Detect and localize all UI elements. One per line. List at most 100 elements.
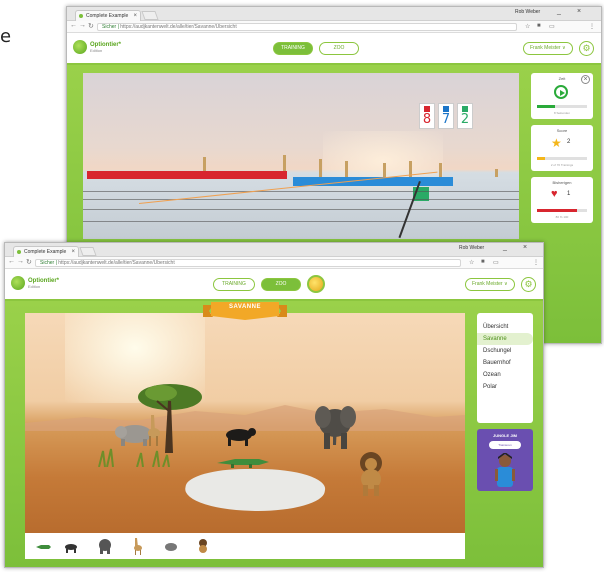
heart-icon: ♥ [551, 188, 558, 200]
logo-mark-icon [11, 276, 25, 290]
settings-gear-icon[interactable]: ⚙ [579, 41, 594, 56]
new-tab-button[interactable] [141, 11, 159, 20]
logo[interactable]: Optiontier* Edition [11, 276, 59, 290]
user-menu-button[interactable]: Frank Meister ∨ [465, 278, 515, 291]
stat-title: Score [556, 128, 568, 133]
digit-value: 7 [441, 112, 451, 127]
stat-card-score: Score ★ 2 2 of 70 Trainings [531, 125, 593, 171]
digit-card: 7 [438, 103, 454, 129]
minimize-button[interactable]: _ [557, 8, 561, 15]
reload-icon[interactable]: ↻ [88, 22, 94, 30]
logo[interactable]: Optiontier* Edition [73, 40, 121, 54]
tab-training[interactable]: TRAINING [273, 42, 313, 55]
menu-item-savanne[interactable]: Savanne [477, 333, 533, 345]
character-avatar-icon [495, 453, 515, 487]
red-bar-track [87, 171, 287, 179]
crocodile-icon[interactable] [35, 537, 51, 555]
stat-subtext: 80 % 100 [555, 215, 569, 219]
giraffe-icon[interactable] [129, 537, 145, 555]
browser-user: Rob Weber [459, 245, 485, 251]
promo-card[interactable]: JUNGLE JIM Trainieren [477, 429, 533, 491]
tab-bar: Complete Example × Rob Weber _ × [5, 243, 543, 257]
tab-zoo[interactable]: ZOO [261, 278, 301, 291]
tab-close-icon[interactable]: × [133, 11, 137, 21]
screenshot: e Complete Example × Rob Weber _ × ← → ↻… [0, 0, 604, 572]
crocodile-figure [217, 459, 269, 468]
menu-dots-icon[interactable]: ⋮ [589, 23, 595, 30]
user-menu-button[interactable]: Frank Meister ∨ [523, 42, 573, 55]
browser-tab[interactable]: Complete Example × [75, 10, 141, 21]
browser-tab[interactable]: Complete Example × [13, 246, 79, 257]
stat-subtext: 8 Sekunden [553, 111, 570, 115]
coin-icon[interactable] [307, 275, 325, 293]
minimize-button[interactable]: _ [503, 244, 507, 251]
tab-close-icon[interactable]: × [71, 247, 75, 257]
promo-title: JUNGLE JIM [492, 433, 517, 438]
bookmark-star-icon[interactable]: ☆ [525, 23, 530, 30]
cast-icon[interactable]: ▭ [493, 259, 499, 266]
menu-item-overview[interactable]: Übersicht [477, 321, 533, 333]
play-icon[interactable] [554, 85, 568, 99]
browser-window-zoo: Complete Example × Rob Weber _ × ← → ↻ S… [4, 242, 544, 568]
digit-value: 8 [422, 112, 432, 127]
menu-item-bauernhof[interactable]: Bauernhof [477, 357, 533, 369]
elephant-figure [315, 406, 356, 449]
stat-card-lives: Bisherigen ♥ 1 80 % 100 [531, 177, 593, 223]
url-text: https://audjkantenwelt.de/alle/tier/Sava… [58, 260, 175, 266]
close-circle-icon[interactable]: × [581, 75, 590, 84]
close-window-button[interactable]: × [577, 8, 581, 15]
elephant-icon[interactable] [97, 537, 113, 555]
star-icon: ★ [551, 136, 562, 150]
new-tab-button[interactable] [79, 247, 97, 256]
logo-text: Optiontier* [90, 41, 121, 48]
menu-item-polar[interactable]: Polar [477, 381, 533, 393]
app-body: SAVANNE Übersicht Savanne Dschungel Baue… [5, 301, 543, 567]
rhino-icon[interactable] [163, 537, 179, 555]
app-header: Optiontier* Edition TRAINING ZOO Frank M… [5, 269, 543, 301]
extension-icon[interactable]: ■ [537, 23, 541, 29]
settings-gear-icon[interactable]: ⚙ [521, 277, 536, 292]
cropped-text: e [0, 26, 12, 47]
stat-value: 1 [567, 191, 571, 197]
stat-value: 2 [567, 139, 571, 145]
logo-text: Optiontier* [28, 277, 59, 284]
tab-training[interactable]: TRAINING [213, 278, 255, 291]
training-3d-scene[interactable]: 8 7 2 [83, 73, 519, 239]
menu-item-ozean[interactable]: Ozean [477, 369, 533, 381]
back-icon[interactable]: ← [8, 258, 15, 265]
stat-card-time: Zeit × 8 Sekunden [531, 73, 593, 119]
lion-icon[interactable] [195, 537, 211, 555]
url-field[interactable]: Sicher | https://audjkantenwelt.de/alle/… [35, 259, 461, 267]
reload-icon[interactable]: ↻ [26, 258, 32, 266]
number-display: 8 7 2 [419, 103, 473, 129]
region-menu: Übersicht Savanne Dschungel Bauernhof Oz… [477, 313, 533, 423]
address-bar-row: ← → ↻ Sicher | https://audjkantenwelt.de… [67, 21, 601, 33]
digit-card: 2 [457, 103, 473, 129]
menu-dots-icon[interactable]: ⋮ [533, 259, 539, 266]
tab-zoo[interactable]: ZOO [319, 42, 359, 55]
tab-title: Complete Example [86, 13, 129, 19]
address-bar-row: ← → ↻ Sicher | https://audjkantenwelt.de… [5, 257, 543, 269]
buffalo-icon[interactable] [63, 537, 79, 555]
promo-button[interactable]: Trainieren [489, 441, 521, 449]
savanna-3d-scene[interactable] [25, 313, 465, 533]
url-text: https://audjkantenwelt.de/alle/tier/Sava… [120, 24, 237, 30]
back-icon[interactable]: ← [70, 22, 77, 29]
section-banner: SAVANNE [203, 301, 287, 320]
banner-title: SAVANNE [229, 304, 261, 310]
bookmark-star-icon[interactable]: ☆ [469, 259, 474, 266]
digit-value: 2 [460, 112, 470, 127]
antelope-figure [148, 415, 160, 446]
cast-icon[interactable]: ▭ [549, 23, 555, 30]
forward-icon[interactable]: → [79, 22, 86, 29]
logo-mark-icon [73, 40, 87, 54]
forward-icon[interactable]: → [17, 258, 24, 265]
url-field[interactable]: Sicher | https://audjkantenwelt.de/alle/… [97, 23, 517, 31]
animal-toolbar [25, 533, 465, 559]
extension-icon[interactable]: ■ [481, 259, 485, 265]
browser-user: Rob Weber [515, 9, 541, 15]
grass-tufts [98, 448, 170, 467]
close-window-button[interactable]: × [523, 244, 527, 251]
panther-figure [226, 428, 256, 446]
menu-item-dschungel[interactable]: Dschungel [477, 345, 533, 357]
